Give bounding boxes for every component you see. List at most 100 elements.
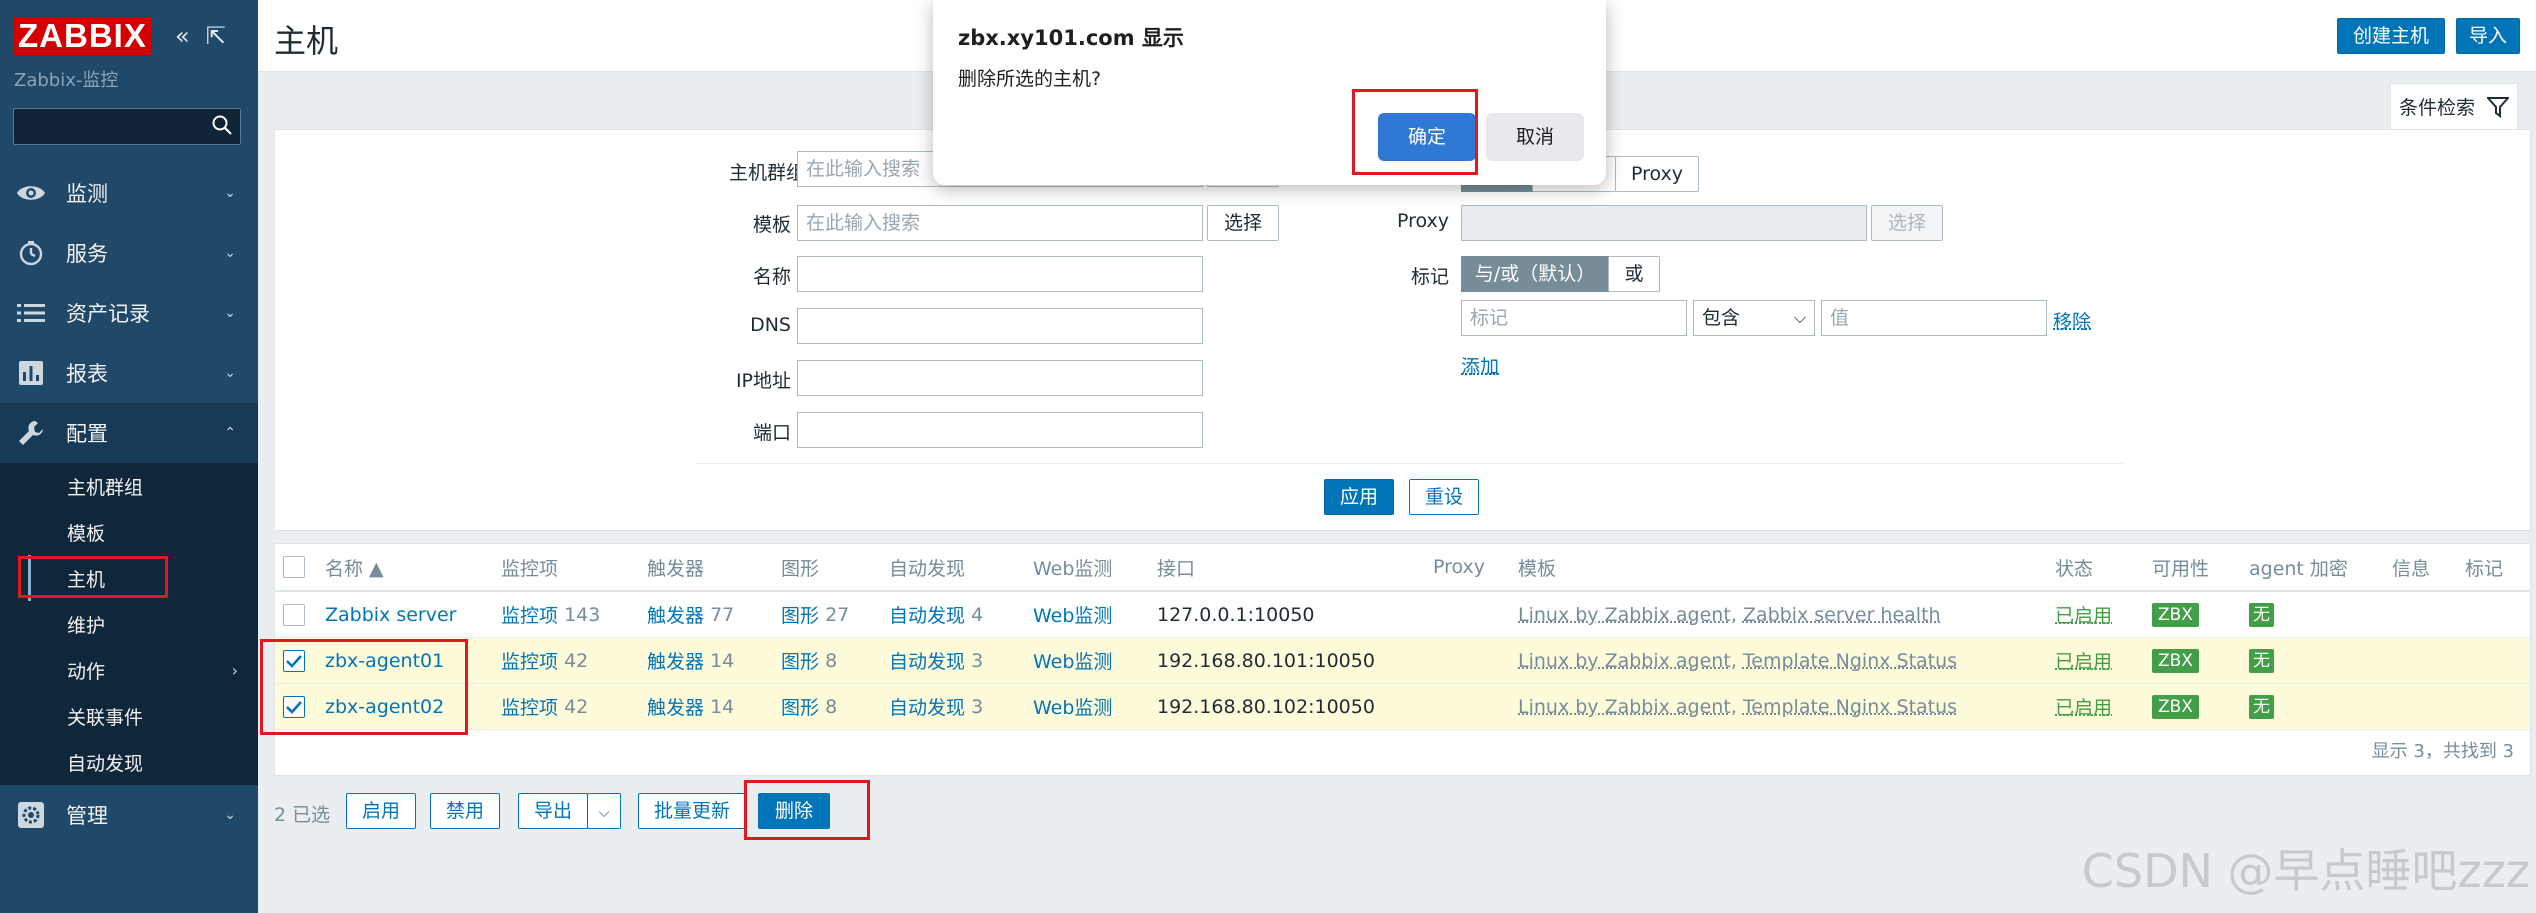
menu-monitoring[interactable]: 监测 ⌄	[0, 163, 258, 223]
chevron-right-icon: ›	[231, 661, 238, 680]
graphs-count: 27	[825, 603, 850, 626]
web-link[interactable]: Web监测	[1033, 592, 1112, 637]
items-link[interactable]: 监控项	[501, 693, 558, 720]
discovery-link[interactable]: 自动发现	[889, 693, 965, 720]
menu-reports[interactable]: 报表 ⌄	[0, 343, 258, 403]
wrench-icon	[16, 418, 46, 448]
search-icon[interactable]	[210, 113, 234, 137]
import-button[interactable]: 导入	[2456, 18, 2520, 54]
export-dropdown-button[interactable]: ⌵	[587, 793, 621, 829]
submenu-event-correlation[interactable]: 关联事件	[28, 693, 258, 739]
host-name-link[interactable]: Zabbix server	[325, 592, 457, 637]
template-link[interactable]: Template Nginx Status	[1743, 696, 1957, 718]
col-web: Web监测	[1033, 557, 1113, 580]
mass-update-button[interactable]: 批量更新	[638, 793, 746, 829]
template-link[interactable]: Template Nginx Status	[1743, 650, 1957, 672]
row-checkbox[interactable]	[283, 603, 305, 626]
graphs-count: 8	[825, 649, 838, 672]
host-name-link[interactable]: zbx-agent02	[325, 684, 444, 729]
submenu-discovery[interactable]: 自动发现	[28, 739, 258, 785]
templates-label: 模板	[752, 214, 791, 236]
web-link[interactable]: Web监测	[1033, 638, 1112, 683]
tags-or-option[interactable]: 或	[1608, 256, 1660, 292]
items-link[interactable]: 监控项	[501, 601, 558, 628]
host-name-link[interactable]: zbx-agent01	[325, 638, 444, 683]
items-count: 42	[564, 649, 589, 672]
template-link[interactable]: Zabbix server health	[1743, 604, 1941, 626]
zabbix-logo[interactable]: ZABBIX	[13, 17, 152, 55]
menu-administration[interactable]: 管理 ⌄	[0, 785, 258, 845]
enable-button[interactable]: 启用	[346, 793, 416, 829]
col-status[interactable]: 状态	[2055, 544, 2093, 590]
confirm-ok-button[interactable]: 确定	[1378, 113, 1476, 161]
create-host-button[interactable]: 创建主机	[2337, 18, 2445, 54]
proxy-mode-proxy[interactable]: Proxy	[1615, 156, 1699, 192]
col-proxy: Proxy	[1433, 556, 1486, 578]
add-tag-link[interactable]: 添加	[1461, 352, 1499, 379]
row-checkbox[interactable]	[283, 649, 305, 672]
graphs-link[interactable]: 图形	[781, 601, 819, 628]
delete-button[interactable]: 删除	[758, 793, 830, 829]
submenu-host-groups[interactable]: 主机群组	[28, 463, 258, 509]
clock-icon	[16, 238, 46, 268]
col-items: 监控项	[501, 557, 559, 580]
template-link[interactable]: Linux by Zabbix agent	[1518, 696, 1731, 718]
submenu-label: 动作	[67, 660, 106, 683]
tag-name-input[interactable]: 标记	[1461, 300, 1687, 336]
chart-icon	[16, 358, 46, 388]
export-button[interactable]: 导出	[518, 793, 588, 829]
menu-inventory[interactable]: 资产记录 ⌄	[0, 283, 258, 343]
menu-label: 配置	[66, 422, 108, 446]
submenu-hosts[interactable]: 主机	[28, 555, 258, 601]
discovery-link[interactable]: 自动发现	[889, 601, 965, 628]
reset-button[interactable]: 重设	[1409, 479, 1479, 515]
apply-button[interactable]: 应用	[1324, 479, 1394, 515]
triggers-link[interactable]: 触发器	[647, 601, 704, 628]
web-link[interactable]: Web监测	[1033, 684, 1112, 729]
triggers-count: 14	[710, 695, 735, 718]
template-link[interactable]: Linux by Zabbix agent	[1518, 650, 1731, 672]
remove-tag-link[interactable]: 移除	[2053, 307, 2091, 334]
templates-select-button[interactable]: 选择	[1207, 205, 1279, 241]
templates-input[interactable]: 在此输入搜索	[797, 205, 1203, 241]
name-input[interactable]	[797, 256, 1203, 292]
items-link[interactable]: 监控项	[501, 647, 558, 674]
menu-services[interactable]: 服务 ⌄	[0, 223, 258, 283]
triggers-link[interactable]: 触发器	[647, 647, 704, 674]
status-toggle[interactable]: 已启用	[2055, 684, 2112, 729]
col-name[interactable]: 名称 ▲	[325, 544, 384, 590]
tags-and-or-option[interactable]: 与/或（默认）	[1461, 256, 1609, 292]
proxy-label: Proxy	[1396, 210, 1449, 232]
discovery-link[interactable]: 自动发现	[889, 647, 965, 674]
status-toggle[interactable]: 已启用	[2055, 638, 2112, 683]
menu-configuration[interactable]: 配置 ⌃	[0, 403, 258, 463]
submenu-maintenance[interactable]: 维护	[28, 601, 258, 647]
tag-operator-select[interactable]: 包含 ⌵	[1693, 300, 1815, 336]
sidebar: ZABBIX « ⇱ Zabbix-监控 监测 ⌄ 服务 ⌄ 资产记录 ⌄ 报表…	[0, 0, 258, 913]
kiosk-mode-icon[interactable]: ⇱	[206, 22, 226, 50]
collapse-sidebar-icon[interactable]: «	[175, 22, 190, 50]
graphs-link[interactable]: 图形	[781, 647, 819, 674]
tag-operator-value: 包含	[1702, 307, 1741, 329]
check-icon	[286, 700, 302, 714]
submenu-templates[interactable]: 模板	[28, 509, 258, 555]
tags-label: 标记	[1410, 266, 1449, 288]
submenu-actions[interactable]: 动作 ›	[28, 647, 258, 693]
triggers-link[interactable]: 触发器	[647, 693, 704, 720]
sidebar-search-input[interactable]	[13, 108, 241, 145]
status-toggle[interactable]: 已启用	[2055, 592, 2112, 637]
chevron-down-icon: ⌄	[224, 245, 236, 261]
filter-tab[interactable]: 条件检索	[2390, 83, 2518, 129]
row-checkbox[interactable]	[283, 695, 305, 718]
select-all-checkbox[interactable]	[283, 556, 305, 578]
dns-input[interactable]	[797, 308, 1203, 344]
confirm-cancel-button[interactable]: 取消	[1486, 113, 1584, 161]
port-input[interactable]	[797, 412, 1203, 448]
sidebar-controls: « ⇱	[175, 22, 226, 50]
discovery-count: 4	[971, 603, 984, 626]
disable-button[interactable]: 禁用	[430, 793, 500, 829]
template-link[interactable]: Linux by Zabbix agent	[1518, 604, 1731, 626]
tag-value-input[interactable]: 值	[1821, 300, 2047, 336]
ip-input[interactable]	[797, 360, 1203, 396]
graphs-link[interactable]: 图形	[781, 693, 819, 720]
